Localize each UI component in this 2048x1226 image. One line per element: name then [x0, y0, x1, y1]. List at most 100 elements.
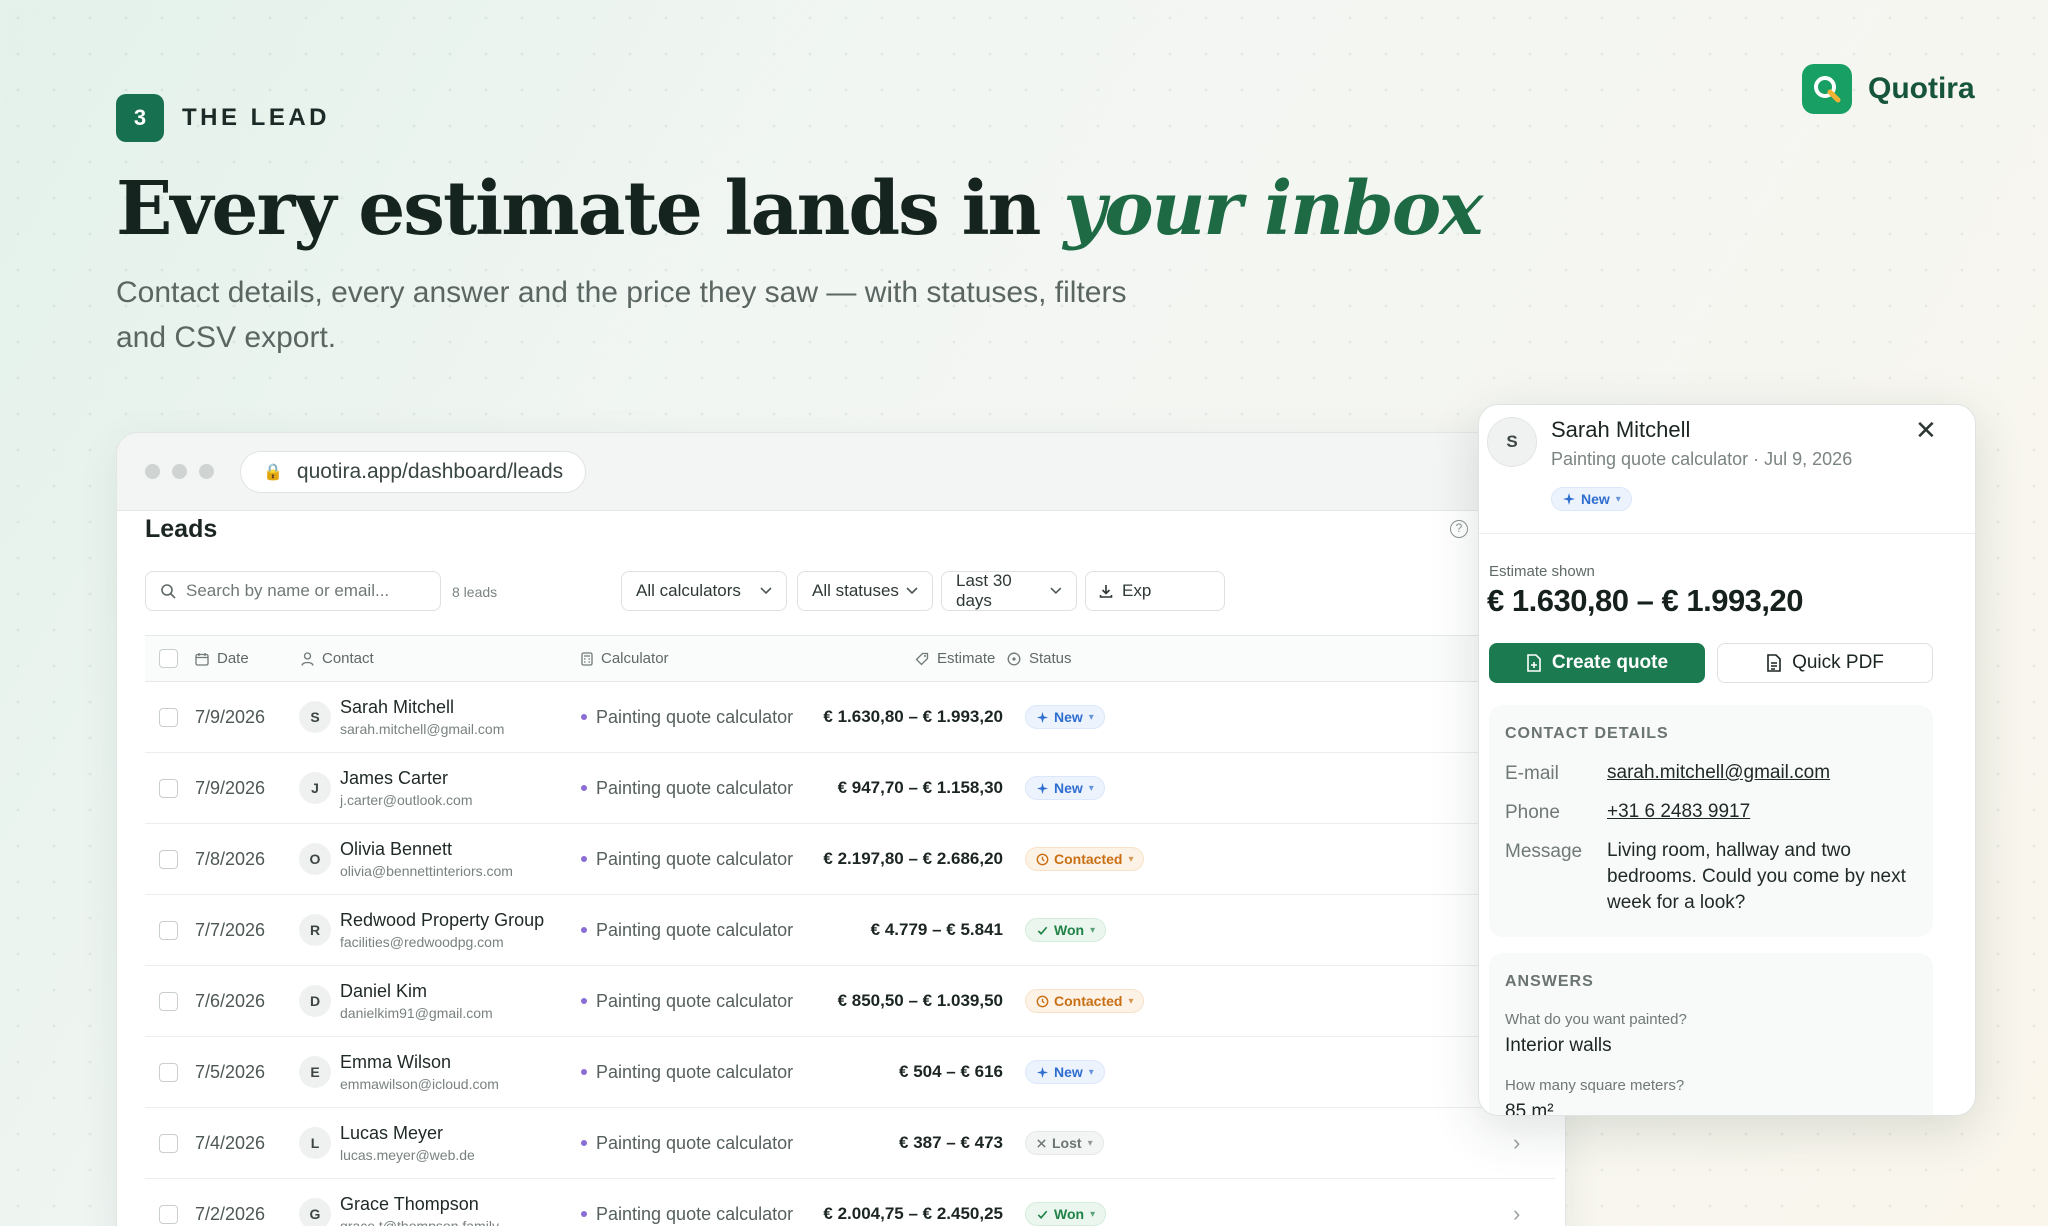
row-date: 7/9/2026 — [195, 777, 266, 798]
table-row[interactable]: 7/9/2026 S Sarah Mitchell sarah.mitchell@gm… — [145, 682, 1555, 753]
contact-name: Olivia Bennett — [340, 839, 453, 859]
calculator-dot-icon — [581, 927, 587, 933]
calculator-dot-icon — [581, 1140, 587, 1146]
chevron-down-icon — [1050, 587, 1062, 595]
step-number: 3 — [116, 94, 164, 142]
table-row[interactable]: 7/8/2026 O Olivia Bennett olivia@bennettint… — [145, 824, 1555, 895]
contact-details-section: CONTACT DETAILS E-mail sarah.mitchell@gm… — [1489, 705, 1933, 937]
status-badge[interactable]: Contacted ▾ — [1025, 989, 1145, 1013]
row-contact: Sarah Mitchell sarah.mitchell@gmail.com — [340, 682, 504, 752]
column-contact[interactable]: Contact — [301, 636, 374, 681]
status-badge[interactable]: New ▾ — [1551, 487, 1632, 511]
status-badge[interactable]: New ▾ — [1025, 705, 1105, 729]
contact-name: James Carter — [340, 768, 449, 788]
date-range-filter[interactable]: Last 30 days — [941, 571, 1077, 611]
close-icon[interactable]: ✕ — [1915, 415, 1937, 446]
column-calculator[interactable]: Calculator — [581, 636, 669, 681]
window-dot-maximize[interactable] — [199, 464, 214, 479]
contact-name: Lucas Meyer — [340, 1123, 444, 1143]
row-checkbox[interactable] — [159, 920, 178, 940]
avatar: G — [299, 1198, 331, 1226]
calculator-name: Painting quote calculator — [596, 1203, 794, 1224]
status-badge[interactable]: Lost ▾ — [1025, 1131, 1104, 1155]
status-filter[interactable]: All statuses — [797, 571, 933, 611]
answer-question: What do you want painted? — [1505, 1011, 1687, 1028]
sparkle-icon — [1036, 782, 1049, 794]
row-calculator: Painting quote calculator — [581, 966, 793, 1036]
lead-detail-panel: S Sarah Mitchell Painting quote calculat… — [1478, 404, 1976, 1116]
file-text-icon — [1767, 654, 1781, 672]
address-bar[interactable]: 🔒 quotira.app/dashboard/leads — [240, 450, 587, 493]
quick-pdf-button[interactable]: Quick PDF — [1717, 643, 1933, 683]
divider — [1479, 533, 1975, 534]
calendar-icon — [195, 652, 209, 666]
chevron-down-icon: ▾ — [1128, 853, 1134, 865]
chevron-down-icon: ▾ — [1090, 1208, 1096, 1220]
row-checkbox[interactable] — [159, 778, 178, 798]
row-estimate: € 504 – € 616 — [899, 1062, 1003, 1081]
row-checkbox[interactable] — [159, 849, 178, 869]
chevron-right-icon[interactable]: › — [1513, 1108, 1520, 1178]
x-icon — [1037, 1138, 1046, 1148]
calculator-filter-value: All calculators — [636, 581, 741, 600]
email-link[interactable]: sarah.mitchell@gmail.com — [1607, 760, 1917, 786]
status-badge[interactable]: New ▾ — [1025, 776, 1105, 800]
chevron-right-icon[interactable]: › — [1513, 1179, 1520, 1226]
chevron-down-icon: ▾ — [1088, 711, 1094, 723]
row-checkbox[interactable] — [159, 1204, 178, 1224]
calculator-name: Painting quote calculator — [596, 990, 794, 1011]
calculator-dot-icon — [581, 785, 587, 791]
calculator-dot-icon — [581, 1211, 587, 1217]
row-checkbox[interactable] — [159, 1062, 178, 1082]
phone-link[interactable]: +31 6 2483 9917 — [1607, 799, 1917, 825]
status-badge[interactable]: Won ▾ — [1025, 918, 1107, 942]
search-box[interactable] — [145, 571, 441, 611]
column-date[interactable]: Date — [195, 636, 249, 681]
status-badge-label: Lost — [1052, 1135, 1082, 1151]
row-estimate: € 2.197,80 – € 2.686,20 — [823, 849, 1003, 868]
chevron-down-icon — [760, 587, 772, 595]
row-date: 7/2/2026 — [195, 1203, 266, 1224]
headline-main: Every estimate lands in — [116, 166, 1064, 252]
status-badge[interactable]: Contacted ▾ — [1025, 847, 1145, 871]
lead-count: 8 leads — [452, 584, 498, 600]
brand-logo-lockup: Quotira — [1802, 64, 1975, 114]
browser-toolbar: 🔒 quotira.app/dashboard/leads — [117, 433, 1565, 511]
status-badge[interactable]: Won ▾ — [1025, 1202, 1107, 1226]
window-dot-close[interactable] — [145, 464, 160, 479]
table-row[interactable]: 7/7/2026 R Redwood Property Group facilitie… — [145, 895, 1555, 966]
contact-email: lucas.meyer@web.de — [340, 1147, 475, 1163]
table-row[interactable]: 7/9/2026 J James Carter j.carter@outlook.co… — [145, 753, 1555, 824]
create-quote-button[interactable]: Create quote — [1489, 643, 1705, 683]
table-header: Date Contact Calculator Estimate Status — [145, 636, 1555, 682]
table-row[interactable]: 7/6/2026 D Daniel Kim danielkim91@gmail.com… — [145, 966, 1555, 1037]
column-estimate[interactable]: Estimate — [915, 636, 995, 681]
help-icon[interactable]: ? — [1450, 520, 1468, 538]
table-row[interactable]: 7/5/2026 E Emma Wilson emmawilson@icloud.co… — [145, 1037, 1555, 1108]
status-badge-label: Won — [1054, 922, 1085, 938]
status-badge-label: New — [1054, 780, 1083, 796]
calculator-name: Painting quote calculator — [596, 706, 794, 727]
row-checkbox[interactable] — [159, 991, 178, 1011]
column-status[interactable]: Status — [1007, 636, 1072, 681]
calculator-filter[interactable]: All calculators — [621, 571, 787, 611]
row-calculator: Painting quote calculator — [581, 824, 793, 894]
export-button[interactable]: Exp — [1085, 571, 1225, 611]
select-all-checkbox[interactable] — [159, 649, 178, 668]
contact-email: emmawilson@icloud.com — [340, 1076, 499, 1092]
table-row[interactable]: 7/2/2026 G Grace Thompson grace.t@thompson.… — [145, 1179, 1555, 1226]
status-badge[interactable]: New ▾ — [1025, 1060, 1105, 1084]
table-row[interactable]: 7/4/2026 L Lucas Meyer lucas.meyer@web.de Pa… — [145, 1108, 1555, 1179]
sparkle-icon — [1563, 493, 1575, 505]
avatar: L — [299, 1127, 331, 1159]
lead-date: Jul 9, 2026 — [1764, 449, 1853, 469]
row-checkbox[interactable] — [159, 1133, 178, 1153]
message-text: Living room, hallway and two bedrooms. C… — [1607, 840, 1906, 913]
status-badge-label: New — [1054, 1064, 1083, 1080]
window-dot-minimize[interactable] — [172, 464, 187, 479]
row-estimate: € 4.779 – € 5.841 — [870, 920, 1003, 939]
row-checkbox[interactable] — [159, 707, 178, 727]
table-body: 7/9/2026 S Sarah Mitchell sarah.mitchell@gm… — [145, 682, 1555, 1226]
search-input[interactable] — [186, 581, 416, 601]
row-estimate: € 2.004,75 – € 2.450,25 — [823, 1204, 1003, 1223]
